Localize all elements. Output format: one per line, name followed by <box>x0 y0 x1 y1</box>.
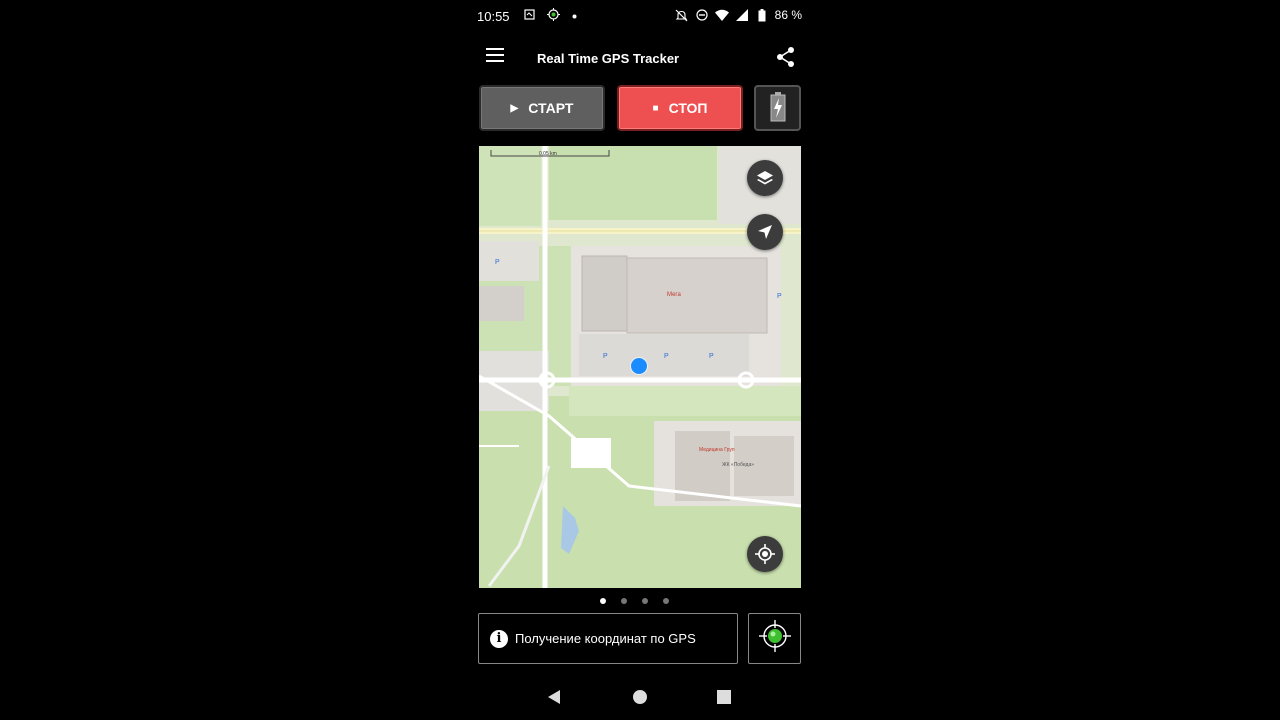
poi-label-residential: ЖК «Победа» <box>722 462 754 468</box>
do-not-disturb-icon <box>695 8 709 22</box>
poi-label-medical: Медицина Груп <box>699 447 735 453</box>
my-location-button[interactable] <box>747 536 783 572</box>
start-label: СТАРТ <box>528 100 574 116</box>
svg-text:P: P <box>603 353 608 360</box>
back-icon[interactable] <box>548 690 560 704</box>
status-bar: 10:55 86 % <box>477 0 802 32</box>
phone-screen: 10:55 86 % Real Time GPS Tracker ▶ СТАРТ… <box>477 0 802 720</box>
signal-icon <box>735 8 749 22</box>
crosshair-icon <box>755 544 775 564</box>
info-icon: i <box>490 629 508 648</box>
navigate-button[interactable] <box>747 214 783 250</box>
page-dot-3[interactable] <box>642 598 648 604</box>
svg-text:P: P <box>664 353 669 360</box>
map-layers-button[interactable] <box>747 160 783 196</box>
battery-saver-button[interactable] <box>754 85 801 131</box>
recent-apps-icon[interactable] <box>717 690 731 704</box>
stop-icon: ■ <box>652 102 659 114</box>
battery-icon <box>755 8 769 22</box>
current-location-dot <box>631 358 647 374</box>
svg-text:P: P <box>495 259 500 266</box>
page-indicator <box>600 598 669 604</box>
navigation-arrow-icon <box>757 224 773 240</box>
wifi-icon <box>714 8 729 22</box>
stop-label: СТОП <box>668 100 708 116</box>
poi-label-mega: Мега <box>667 292 681 298</box>
mute-icon <box>675 8 689 22</box>
map-scale-label: 0,05 km <box>539 151 557 157</box>
stop-button[interactable]: ■ СТОП <box>617 85 743 131</box>
gps-target-icon <box>758 619 792 658</box>
system-nav-bar <box>478 686 802 710</box>
play-icon: ▶ <box>510 102 519 114</box>
app-title: Real Time GPS Tracker <box>537 51 680 66</box>
share-icon[interactable] <box>776 46 796 68</box>
page-dot-1[interactable] <box>600 598 606 604</box>
page-dot-4[interactable] <box>663 598 669 604</box>
battery-percent: 86 % <box>774 8 802 22</box>
app-bar: Real Time GPS Tracker <box>478 40 802 76</box>
home-icon[interactable] <box>633 690 647 704</box>
svg-text:P: P <box>709 353 714 360</box>
svg-text:P: P <box>777 293 782 300</box>
status-time: 10:55 <box>477 9 510 24</box>
notification-icons <box>524 8 577 24</box>
gps-indicator-button[interactable] <box>748 613 801 664</box>
system-icons: 86 % <box>675 8 802 22</box>
battery-charging-icon <box>770 91 786 125</box>
gps-status-text: Получение координат по GPS <box>515 631 696 646</box>
menu-icon[interactable] <box>486 48 504 64</box>
gps-status-box: i Получение координат по GPS <box>478 613 738 664</box>
screenshot-icon <box>524 9 535 23</box>
layers-icon <box>756 169 774 187</box>
start-button[interactable]: ▶ СТАРТ <box>479 85 605 131</box>
dot-icon <box>572 10 577 22</box>
map-tiles: 0,05 km Мега Медицина Груп ЖК «Победа» P… <box>479 146 801 588</box>
page-dot-2[interactable] <box>621 598 627 604</box>
map-view[interactable]: 0,05 km Мега Медицина Груп ЖК «Победа» P… <box>479 146 801 588</box>
gps-notification-icon <box>547 8 560 24</box>
